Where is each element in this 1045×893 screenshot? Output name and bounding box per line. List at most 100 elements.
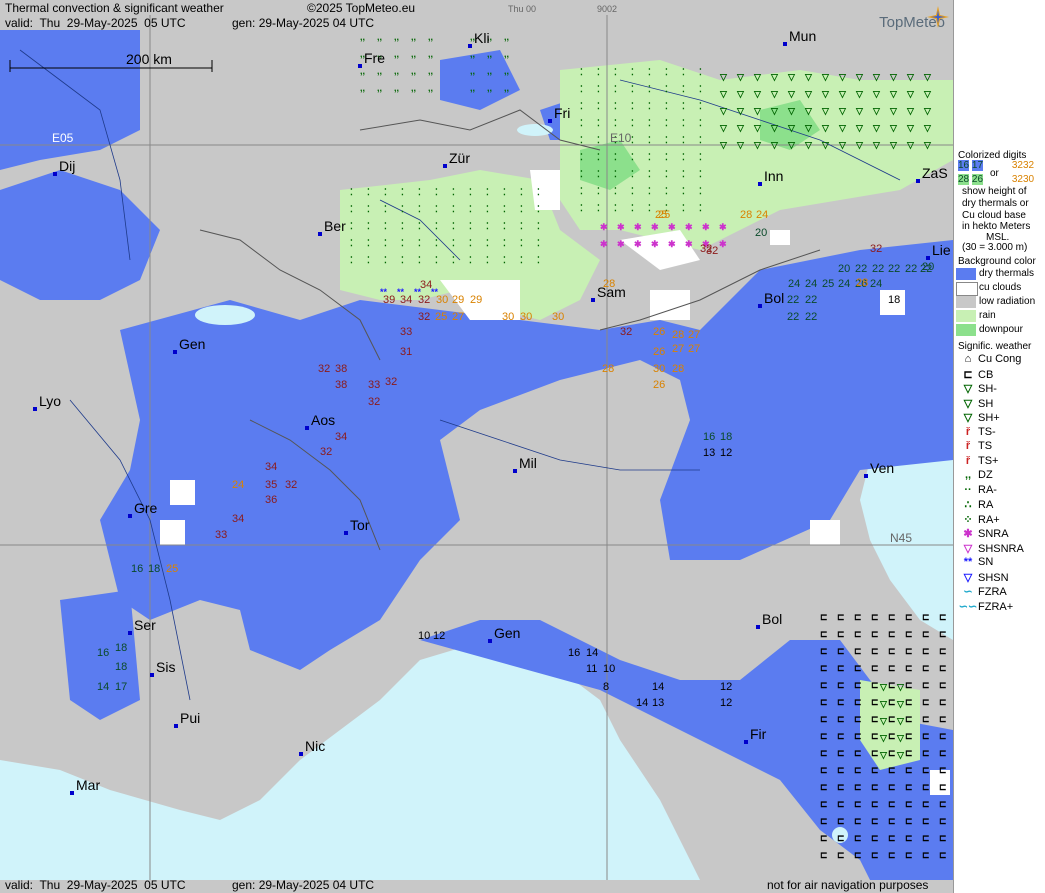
thermal-height-value: 16 (703, 431, 715, 443)
rain-symbol: ⁚ (682, 152, 685, 162)
legend-colorized-sample-b: 28 26 3230 (958, 174, 1035, 185)
thermal-height-value: 22 (805, 311, 817, 323)
drizzle-symbol: ,, (487, 66, 492, 76)
thermal-height-value: 24 (788, 278, 800, 290)
cb-symbol: ⊏ (820, 680, 828, 690)
cb-symbol: ⊏ (905, 765, 913, 775)
cb-symbol: ⊏ (837, 629, 845, 639)
thermal-height-value: 16 (97, 647, 109, 659)
cb-symbol: ⊏ (888, 833, 896, 843)
thermal-height-value: 12 (720, 697, 732, 709)
footer-disclaimer: not for air navigation purposes (767, 878, 929, 892)
city-label-gen1: Gen (179, 336, 206, 352)
thermal-height-value: 12 (433, 630, 445, 642)
legend-desc-3: Cu cloud base (962, 210, 1026, 221)
rain-symbol: ⁚ (682, 186, 685, 196)
thermal-height-value: 34 (335, 431, 347, 443)
rain-symbol: ⁚ (682, 135, 685, 145)
shower-symbol: ▽ (736, 123, 745, 133)
thermal-height-value: 33 (368, 379, 380, 391)
thermal-height-value: 33 (215, 529, 227, 541)
cb-symbol: ⊏ (888, 782, 896, 792)
weather-sn-icon: ** (963, 556, 973, 568)
thermal-height-value: 18 (888, 294, 900, 306)
shower-symbol: ▽ (770, 123, 779, 133)
shower-symbol: ▽ (719, 140, 728, 150)
rain-symbol: ⁚ (648, 203, 651, 213)
thermal-height-value: 32 (318, 363, 330, 375)
thermal-height-value: 27 (452, 311, 464, 323)
drizzle-symbol: ,, (428, 32, 433, 42)
city-label-mil: Mil (519, 455, 537, 471)
thermal-height-value: 32 (418, 294, 430, 306)
legend-weather-row: ř TS (958, 440, 992, 452)
rain-symbol: ⁚ (452, 204, 455, 214)
rain-symbol: ⁚ (350, 204, 353, 214)
rain-symbol: ⁚ (367, 221, 370, 231)
shower-symbol: ▽ (770, 140, 779, 150)
rain-symbol: ⁚ (401, 187, 404, 197)
city-marker (591, 298, 595, 302)
city-label-zur: Zür (449, 150, 470, 166)
shower-symbol: ▽ (736, 140, 745, 150)
rain-symbol: ⁚ (580, 84, 583, 94)
rain-symbol: ⁚ (665, 152, 668, 162)
cb-symbol: ⊏ (871, 748, 879, 758)
cb-symbol: ⊏ (922, 612, 930, 622)
snow-rain-symbol: ✱ (634, 239, 642, 249)
rain-symbol: ⁚ (648, 186, 651, 196)
copyright: ©2025 TopMeteo.eu (307, 1, 416, 15)
cb-symbol: ⊏ (939, 799, 947, 809)
cb-symbol: ⊏ (820, 714, 828, 724)
cb-symbol: ⊏ (837, 714, 845, 724)
drizzle-symbol: ,, (428, 66, 433, 76)
shower-symbol: ▽ (804, 89, 813, 99)
city-label-pui: Pui (180, 710, 201, 726)
cb-symbol: ⊏ (871, 833, 879, 843)
cb-symbol: ⊏ (888, 748, 896, 758)
drizzle-symbol: ,, (487, 49, 492, 59)
rain-symbol: ⁚ (452, 255, 455, 265)
cb-symbol: ⊏ (820, 799, 828, 809)
drizzle-symbol: ,, (487, 83, 492, 93)
city-label-gre: Gre (134, 500, 158, 516)
shower-symbol: ▽ (787, 89, 796, 99)
cb-symbol: ⊏ (854, 850, 862, 860)
legend-weather-row: ∽ FZRA (958, 585, 1006, 598)
city-label-bol1: Bol (764, 290, 785, 306)
shower-symbol: ▽ (736, 89, 745, 99)
cb-symbol: ⊏ (888, 629, 896, 639)
cb-symbol: ⊏ (905, 731, 913, 741)
cb-symbol: ⊏ (939, 646, 947, 656)
city-label-tor: Tor (350, 517, 370, 533)
city-marker (70, 791, 74, 795)
legend-background-label: dry thermals (979, 268, 1035, 279)
rain-symbol: ⁚ (350, 221, 353, 231)
shower-symbol: ▽ (889, 89, 898, 99)
thermal-height-value: 25 (435, 311, 447, 323)
rain-symbol: ⁚ (699, 135, 702, 145)
legend-weather-label: SH- (978, 383, 997, 395)
city-marker (318, 232, 322, 236)
rain-symbol: ⁚ (614, 101, 617, 111)
drizzle-symbol: ,, (394, 32, 399, 42)
legend-weather-label: CB (978, 368, 994, 381)
rain-symbol: ⁚ (631, 67, 634, 77)
rain-symbol: ⁚ (614, 152, 617, 162)
shower-symbol: ▽ (821, 123, 830, 133)
rain-symbol: ⁚ (597, 84, 600, 94)
legend-weather-row: ř TS+ (958, 455, 999, 467)
city-label-mar: Mar (76, 777, 101, 793)
shower-symbol: ▽ (879, 682, 888, 692)
shower-symbol: ▽ (923, 140, 932, 150)
city-label-fre: Fre (364, 50, 385, 66)
shower-symbol: ▽ (804, 140, 813, 150)
rain-symbol: ⁚ (418, 221, 421, 231)
shower-symbol: ▽ (879, 750, 888, 760)
thermal-height-value: 29 (470, 294, 482, 306)
shower-symbol: ▽ (906, 140, 915, 150)
cb-symbol: ⊏ (820, 629, 828, 639)
rain-symbol: ⁚ (367, 255, 370, 265)
thermal-height-value: 22 (888, 263, 900, 275)
thermal-height-value: 18 (148, 563, 160, 575)
